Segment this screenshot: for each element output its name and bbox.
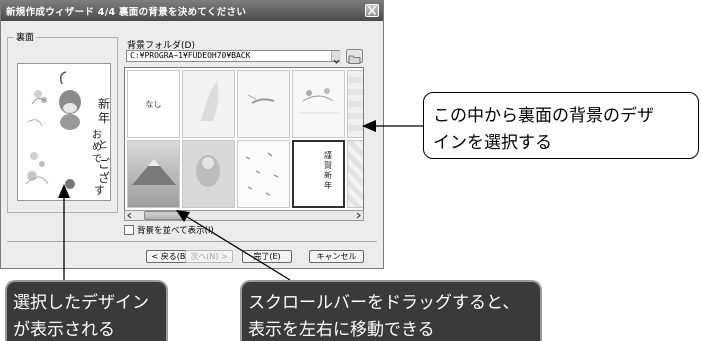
callout-select-design-line1: この中から裏面の背景のデザ [433, 106, 654, 126]
callout-selected-shown: 選択したデザイン が表示される [5, 280, 168, 341]
callout-selected-shown-line2: が表示される [13, 320, 115, 340]
arrow-head [58, 184, 70, 198]
callout-select-design: この中から裏面の背景のデザ インを選択する [423, 92, 699, 159]
arrow-head [176, 210, 190, 222]
arrow-head [362, 120, 376, 132]
callout-scrollbar: スクロールバーをドラッグすると、 表示を左右に移動できる [240, 280, 542, 341]
callout-select-design-line2: インを選択する [433, 133, 552, 153]
callout-selected-shown-line1: 選択したデザイン [13, 293, 149, 313]
arrow-line [183, 214, 291, 281]
callout-scrollbar-line1: スクロールバーをドラッグすると、 [248, 293, 520, 313]
callout-scrollbar-line2: 表示を左右に移動できる [248, 320, 435, 340]
